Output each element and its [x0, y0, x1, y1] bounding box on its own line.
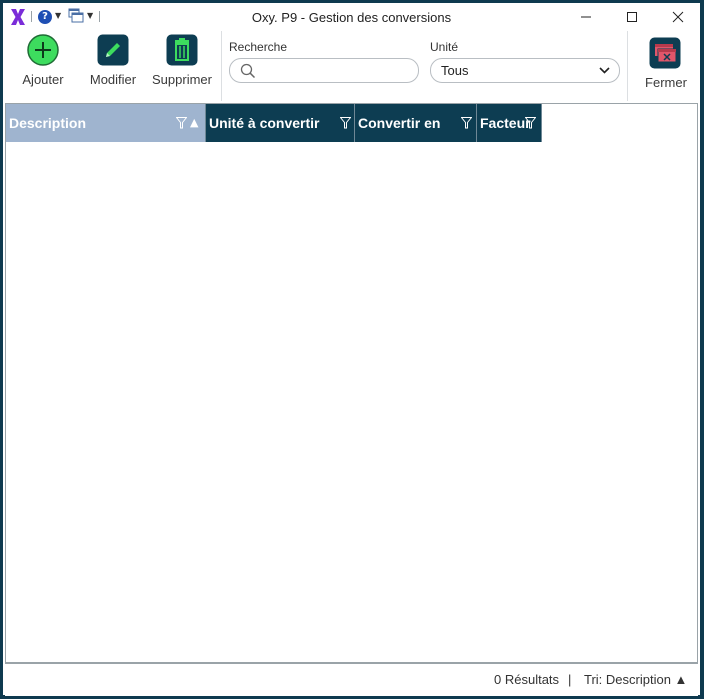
close-window-button[interactable] — [655, 3, 701, 31]
close-button[interactable]: Fermer — [635, 31, 697, 103]
status-bar: 0 Résultats | Tri: Description ▲ — [5, 663, 698, 696]
chevron-down-icon — [599, 67, 610, 74]
column-header-description[interactable]: Description ▲ — [6, 104, 206, 142]
add-button[interactable]: Ajouter — [13, 31, 73, 103]
close-icon — [672, 11, 684, 23]
column-header-unit-to-convert[interactable]: Unité à convertir — [206, 104, 355, 142]
close-label: Fermer — [645, 75, 687, 90]
column-header-label: Description — [9, 115, 87, 131]
sort-indicator[interactable]: Tri: Description ▲ — [584, 672, 687, 687]
delete-label: Supprimer — [152, 72, 212, 87]
trash-icon — [166, 34, 198, 66]
unit-select[interactable]: Tous — [430, 58, 620, 83]
edit-label: Modifier — [89, 72, 137, 87]
minimize-button[interactable] — [563, 3, 609, 31]
filter-icon[interactable] — [461, 117, 472, 129]
title-bar: ? ▼ ▼ Oxy. P9 - Gestion des conversions — [3, 3, 700, 31]
sort-ascending-icon: ▲ — [190, 116, 199, 129]
edit-button[interactable]: Modifier — [83, 31, 143, 103]
column-header-factor[interactable]: Facteur — [477, 104, 542, 142]
unit-label: Unité — [430, 40, 459, 54]
pencil-icon — [97, 34, 129, 66]
maximize-icon — [627, 12, 637, 22]
column-header-label: Convertir en — [358, 115, 441, 131]
search-input[interactable] — [229, 58, 419, 83]
column-header-label: Unité à convertir — [209, 115, 320, 131]
main-window: ? ▼ ▼ Oxy. P9 - Gestion des conversions — [3, 3, 700, 696]
unit-select-value: Tous — [441, 63, 469, 78]
column-header-label: Facteur — [480, 115, 531, 131]
add-label: Ajouter — [22, 72, 64, 87]
toolbar-separator — [221, 31, 222, 101]
column-header-convert-to[interactable]: Convertir en — [355, 104, 477, 142]
toolbar: Ajouter Modifier Supprimer Recherche Uni… — [3, 31, 700, 103]
delete-button[interactable]: Supprimer — [151, 31, 213, 103]
close-window-icon — [649, 37, 681, 69]
results-count: 0 Résultats — [494, 672, 560, 687]
minimize-icon — [581, 16, 591, 18]
status-separator: | — [568, 672, 572, 687]
conversions-table: Description ▲ Unité à convertir Converti… — [5, 103, 698, 663]
add-circle-icon — [27, 34, 59, 66]
toolbar-separator — [627, 31, 628, 101]
filter-icon[interactable] — [176, 117, 187, 129]
search-label: Recherche — [229, 40, 288, 54]
filter-icon[interactable] — [340, 117, 351, 129]
maximize-button[interactable] — [609, 3, 655, 31]
search-icon — [240, 63, 256, 79]
filter-icon[interactable] — [525, 117, 536, 129]
